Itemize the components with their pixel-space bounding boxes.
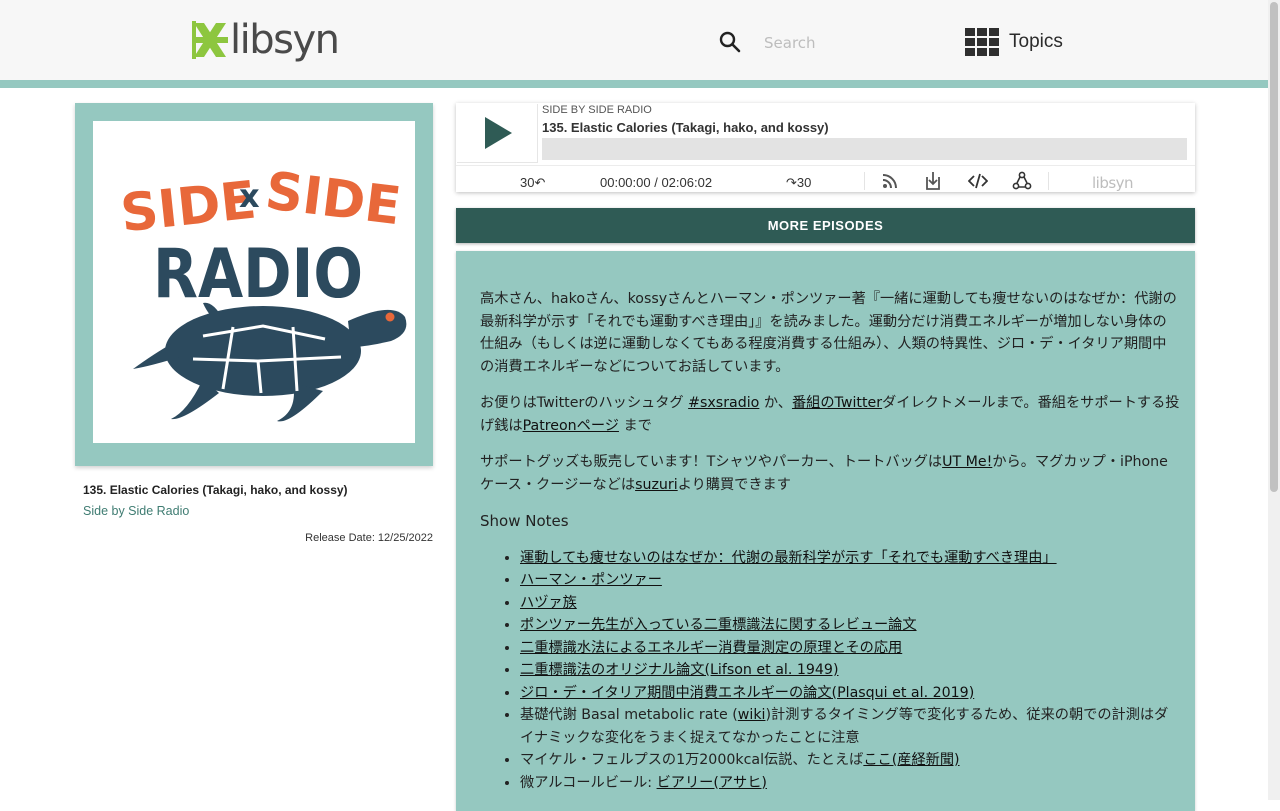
podcast-artwork: SIDE x SIDE RADIO: [93, 121, 415, 443]
episode-title: 135. Elastic Calories (Takagi, hako, and…: [83, 483, 348, 497]
list-item: 基礎代謝 Basal metabolic rate (wiki)計測するタイミン…: [520, 704, 1180, 749]
list-item: 運動しても痩せないのはなぜか：代謝の最新科学が示す「それでも運動すべき理由」: [520, 547, 1180, 570]
show-note-link[interactable]: ジロ・デ・イタリア期間中消費エネルギーの論文(Plasqui et al. 20…: [520, 685, 974, 701]
play-button[interactable]: [457, 104, 538, 163]
utme-link[interactable]: UT Me!: [942, 454, 992, 470]
show-note-link[interactable]: 二重標識水法によるエネルギー消費量測定の原理とその応用: [520, 640, 902, 656]
show-name-link[interactable]: Side by Side Radio: [83, 504, 189, 518]
search-icon[interactable]: [718, 30, 742, 54]
player-libsyn-brand[interactable]: libsyn: [1092, 174, 1134, 192]
player-controls: 30↶ 00:00:00 / 02:06:02 ↷30 libsyn: [456, 165, 1195, 193]
list-item: ハヅァ族: [520, 592, 1180, 615]
show-note-link[interactable]: 二重標識法のオリジナル論文(Lifson et al. 1949): [520, 662, 839, 678]
hashtag-link[interactable]: #sxsradio: [688, 395, 759, 411]
topics-label: Topics: [1009, 31, 1063, 52]
download-icon[interactable]: [923, 171, 943, 191]
podcast-artwork-card: SIDE x SIDE RADIO: [75, 103, 433, 466]
scrollbar-thumb[interactable]: [1270, 2, 1278, 492]
libsyn-logo-mark-icon: [192, 21, 228, 59]
grid-icon: [965, 28, 999, 56]
more-episodes-button[interactable]: MORE EPISODES: [456, 208, 1195, 243]
player-episode-title: 135. Elastic Calories (Takagi, hako, and…: [542, 120, 829, 135]
libsyn-logo[interactable]: libsyn: [192, 14, 340, 66]
audio-player: SIDE BY SIDE RADIO 135. Elastic Calories…: [456, 103, 1195, 192]
release-date: Release Date: 12/25/2022: [305, 532, 433, 544]
embed-code-icon[interactable]: [968, 171, 988, 191]
rss-icon[interactable]: [880, 171, 900, 191]
artwork-radio-text: RADIO: [153, 235, 363, 314]
player-show-label: SIDE BY SIDE RADIO: [542, 104, 652, 116]
artwork-side-left-text: SIDE: [118, 170, 259, 244]
list-item: 二重標識法のオリジナル論文(Lifson et al. 1949): [520, 659, 1180, 682]
list-item: ジロ・デ・イタリア期間中消費エネルギーの論文(Plasqui et al. 20…: [520, 682, 1180, 705]
artwork-side-right-text: SIDE: [262, 161, 404, 237]
list-item: 微アルコールビール: ビアリー(アサヒ): [520, 772, 1180, 795]
show-note-link[interactable]: ポンツァー先生が入っている二重標識法に関するレビュー論文: [520, 617, 917, 633]
side-by-side-radio-logo: SIDE x SIDE RADIO: [118, 161, 407, 422]
artwork-x-text: x: [239, 177, 260, 215]
list-item: ポンツァー先生が入っている二重標識法に関するレビュー論文: [520, 614, 1180, 637]
list-item: マイケル・フェルプスの1万2000kcal伝説、たとえばここ(産経新聞): [520, 749, 1180, 772]
show-note-link[interactable]: ハヅァ族: [520, 595, 577, 611]
show-note-link[interactable]: 運動しても痩せないのはなぜか：代謝の最新科学が示す「それでも運動すべき理由」: [520, 550, 1057, 566]
share-icon[interactable]: [1012, 171, 1032, 191]
list-item: ハーマン・ポンツァー: [520, 569, 1180, 592]
description-paragraph: お便りはTwitterのハッシュタグ #sxsradio か、番組のTwitte…: [480, 395, 1180, 434]
rewind-30-button[interactable]: 30↶: [520, 175, 545, 191]
episode-description: 高木さん、hakoさん、kossyさんとハーマン・ポンツァー著『一緒に運動しても…: [456, 251, 1195, 811]
play-icon: [485, 117, 512, 149]
topics-menu-button[interactable]: Topics: [965, 28, 1063, 56]
patreon-link[interactable]: Patreonページ: [523, 418, 619, 434]
logo-text: libsyn: [230, 17, 340, 63]
turtle-illustration: [133, 302, 407, 422]
forward-30-button[interactable]: ↷30: [786, 175, 811, 191]
site-header: libsyn Topics: [0, 0, 1268, 80]
description-paragraph: サポートグッズも販売しています！Tシャツやパーカー、トートバッグはUT Me!か…: [480, 454, 1168, 493]
show-notes-heading: Show Notes: [480, 512, 569, 530]
list-item: 二重標識水法によるエネルギー消費量測定の原理とその応用: [520, 637, 1180, 660]
divider: [1048, 172, 1049, 190]
asahi-link[interactable]: ビアリー(アサヒ): [657, 775, 767, 791]
show-notes-list: 運動しても痩せないのはなぜか：代謝の最新科学が示す「それでも運動すべき理由」 ハ…: [480, 547, 1180, 795]
show-note-link[interactable]: ハーマン・ポンツァー: [520, 572, 662, 588]
search-input[interactable]: [762, 29, 936, 57]
header-accent-bar: [0, 80, 1268, 88]
suzuri-link[interactable]: suzuri: [635, 477, 678, 493]
wiki-link[interactable]: wiki: [738, 707, 766, 723]
player-progress-bar[interactable]: [542, 138, 1187, 160]
description-paragraph: 高木さん、hakoさん、kossyさんとハーマン・ポンツァー著『一緒に運動しても…: [480, 291, 1177, 375]
time-display: 00:00:00 / 02:06:02: [600, 175, 713, 190]
sankei-link[interactable]: ここ(産経新聞): [863, 752, 959, 768]
twitter-link[interactable]: 番組のTwitter: [792, 395, 882, 411]
divider: [864, 172, 865, 190]
